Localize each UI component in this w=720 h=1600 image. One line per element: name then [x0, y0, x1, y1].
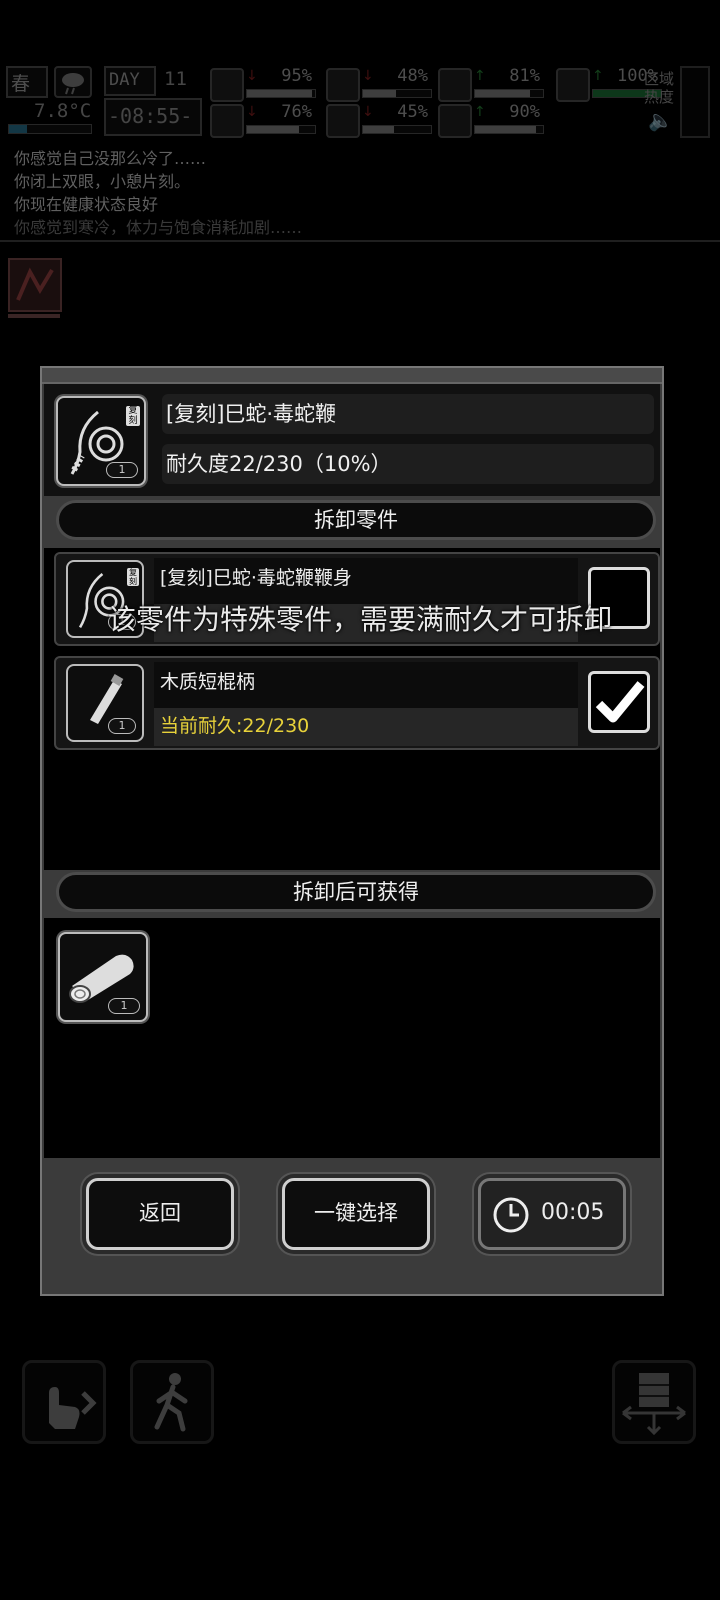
log-divider	[0, 240, 720, 242]
message-log: 你感觉自己没那么冷了…… 你闭上双眼，小憩片刻。 你现在健康状态良好 你感觉到寒…	[14, 147, 714, 239]
trend-up-icon: ↑	[474, 68, 486, 84]
timer-button[interactable]: 00:05	[478, 1178, 626, 1250]
region-heat-label: 区域 热度	[644, 70, 675, 106]
mood-icon	[210, 104, 244, 138]
stat-mood: ↓ 76%	[210, 102, 318, 138]
part-row-wood-handle[interactable]: 1 木质短棍柄 当前耐久:22/230	[54, 656, 660, 750]
part-qty: 1	[108, 718, 136, 734]
energy-icon	[556, 68, 590, 102]
stat-bar	[362, 125, 432, 134]
walk-button[interactable]	[130, 1360, 214, 1444]
stamina-icon	[438, 68, 472, 102]
reprint-badge: 复刻	[127, 568, 139, 586]
gain-header: 拆卸后可获得	[56, 872, 656, 912]
part-slot: 1	[66, 664, 144, 742]
stat-value: 76%	[281, 102, 312, 122]
status-hud: 春 7.8°C DAY 11 -08:55- ↓ 95% ↓ 48% ↑ 81% ↓ 76% ↓…	[0, 62, 720, 140]
part-name: 木质短棍柄	[154, 662, 578, 708]
health-icon	[210, 68, 244, 102]
reprint-badge: 复刻	[126, 406, 140, 426]
item-slot[interactable]: 复刻 1	[56, 396, 146, 486]
log-line: 你感觉到寒冷，体力与饱食消耗加剧……	[14, 218, 303, 237]
clock-icon	[493, 1197, 529, 1233]
part-durability: 当前耐久:22/230	[154, 708, 578, 746]
stat-bar	[246, 125, 316, 134]
stat-bar	[474, 125, 544, 134]
stat-value: 45%	[397, 102, 428, 122]
day-number: 11	[164, 68, 187, 90]
day-label: DAY	[109, 70, 140, 90]
inventory-button[interactable]	[612, 1360, 696, 1444]
speaker-icon[interactable]: 🔈	[648, 108, 673, 132]
dialog-buttons: 返回 一键选择 00:05	[44, 1160, 660, 1290]
season-badge: 春	[6, 66, 48, 98]
log-line: 你现在健康状态良好	[14, 195, 159, 214]
stat-value: 90%	[509, 102, 540, 122]
hunger-icon	[326, 68, 360, 102]
gain-list: 1	[44, 918, 660, 1158]
season-label: 春	[11, 73, 31, 95]
walking-person-icon	[154, 1373, 188, 1432]
stat-vitality: ↑ 90%	[438, 102, 546, 138]
back-button[interactable]: 返回	[86, 1178, 234, 1250]
dismantle-dialog: 复刻 1 [复刻]巳蛇·毒蛇鞭 耐久度22/230（10%） 拆卸零件 复刻 1…	[40, 366, 664, 1296]
part-checkbox[interactable]	[588, 671, 650, 733]
stat-thirst: ↓ 45%	[326, 102, 434, 138]
gain-slot[interactable]: 1	[58, 932, 148, 1022]
gain-qty: 1	[108, 998, 140, 1014]
clock-box: -08:55-	[104, 98, 202, 136]
stat-value: 95%	[281, 66, 312, 86]
thirst-icon	[326, 104, 360, 138]
vitality-icon	[438, 104, 472, 138]
item-durability: 耐久度22/230（10%）	[162, 444, 654, 484]
trend-down-icon: ↓	[362, 68, 374, 84]
trend-up-icon: ↑	[592, 68, 604, 84]
parts-header: 拆卸零件	[56, 500, 656, 540]
item-summary: 复刻 1 [复刻]巳蛇·毒蛇鞭 耐久度22/230（10%）	[44, 384, 660, 496]
stat-value: 81%	[509, 66, 540, 86]
stat-bar	[362, 89, 432, 98]
trend-up-icon: ↑	[474, 104, 486, 120]
item-qty: 1	[106, 462, 138, 478]
trend-down-icon: ↓	[246, 104, 258, 120]
stat-hunger: ↓ 48%	[326, 66, 434, 102]
trend-down-icon: ↓	[362, 104, 374, 120]
stat-bar	[474, 89, 544, 98]
stat-bar	[246, 89, 316, 98]
select-all-button[interactable]: 一键选择	[282, 1178, 430, 1250]
region-heat-meter	[680, 66, 710, 138]
checkmark-icon	[595, 681, 645, 723]
weather-icon	[54, 66, 92, 98]
stat-value: 48%	[397, 66, 428, 86]
stat-health: ↓ 95%	[210, 66, 318, 102]
dialog-top-band	[42, 368, 662, 384]
trend-down-icon: ↓	[246, 68, 258, 84]
drawer-arrows-icon	[622, 1373, 686, 1436]
hand-pointer-icon	[49, 1387, 97, 1429]
stat-stamina: ↑ 81%	[438, 66, 546, 102]
log-line: 你闭上双眼，小憩片刻。	[14, 172, 191, 191]
location-icon[interactable]	[8, 258, 62, 312]
parts-list: 复刻 1 [复刻]巳蛇·毒蛇鞭鞭身 1 木质短棍柄 当前耐久:22/230	[44, 548, 660, 870]
day-badge: DAY	[104, 66, 156, 96]
item-name: [复刻]巳蛇·毒蛇鞭	[162, 394, 654, 434]
location-bar	[8, 314, 60, 318]
clock-time: -08:55-	[108, 104, 193, 128]
log-line: 你感觉自己没那么冷了……	[14, 149, 207, 168]
interact-button[interactable]	[22, 1360, 106, 1444]
timer-value: 00:05	[541, 1200, 605, 1225]
temperature-bar	[8, 124, 92, 134]
temperature-readout: 7.8°C	[34, 100, 92, 122]
toast-message: 该零件为特殊零件，需要满耐久才可拆卸	[107, 603, 612, 636]
